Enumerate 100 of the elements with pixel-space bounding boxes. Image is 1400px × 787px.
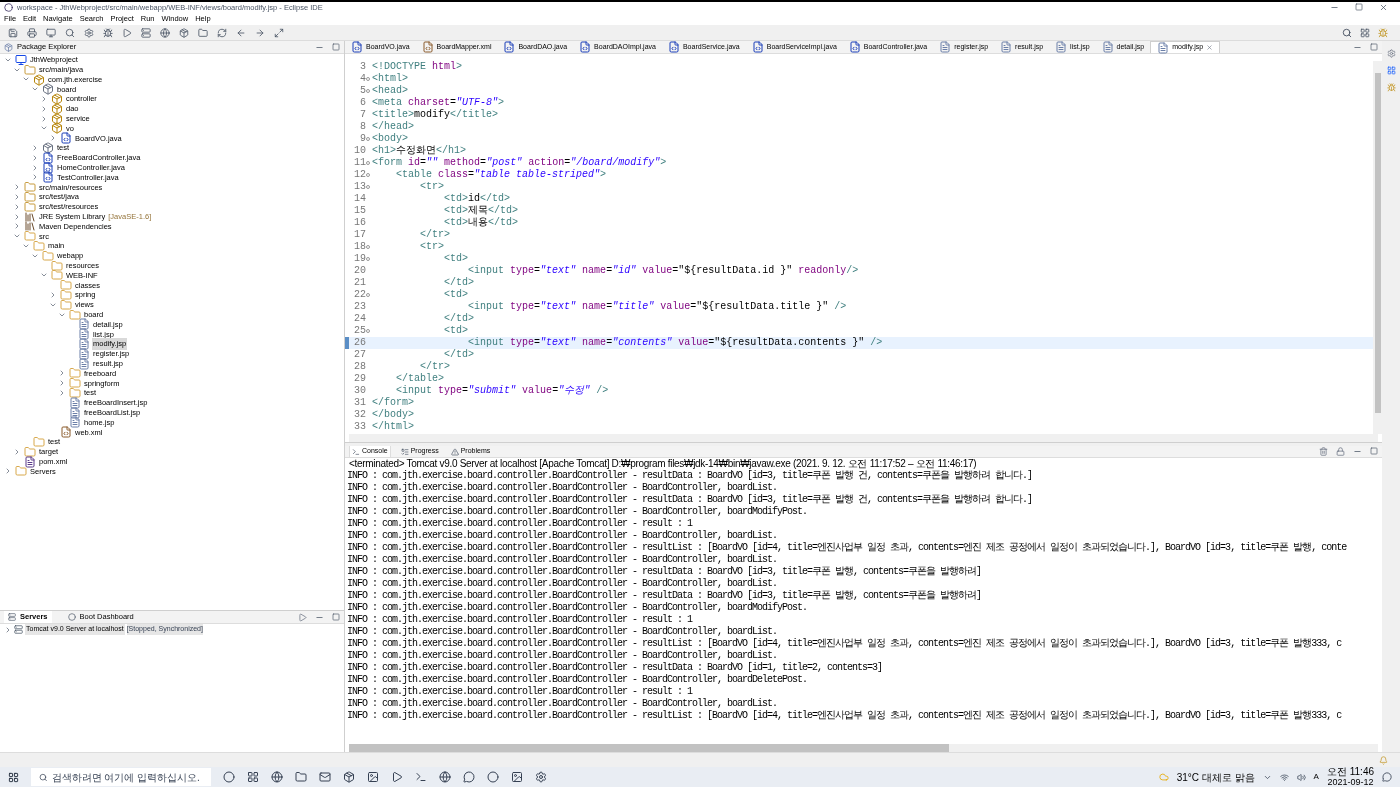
line-number: 18	[353, 241, 366, 253]
code-line: </body>	[372, 409, 415, 421]
line-number: 10	[353, 145, 366, 157]
console-line: INFO : com.jth.exercise.board.controller.BoardController - BoardController, boardDeletePost.	[347, 674, 809, 686]
terminal-icon[interactable]	[415, 771, 427, 783]
start-server-icon[interactable]	[298, 612, 307, 622]
line-number: 27	[353, 349, 366, 361]
save-icon[interactable]	[8, 27, 18, 38]
jsp-file-icon	[939, 41, 952, 53]
print-icon[interactable]	[27, 27, 37, 38]
line-number: 31	[353, 397, 366, 409]
monitor-icon[interactable]	[46, 27, 56, 38]
globe-icon[interactable]	[160, 27, 170, 38]
jsp-file-icon	[78, 357, 90, 370]
package-icon	[42, 83, 54, 96]
weather-icon	[1158, 772, 1169, 782]
code-line: <html>	[372, 73, 409, 85]
restore-icon[interactable]	[1355, 3, 1363, 11]
globe-icon[interactable]	[439, 771, 451, 783]
search-icon[interactable]	[65, 27, 75, 38]
java-file-icon	[503, 41, 516, 53]
taskbar-search-field[interactable]: 검색하려면 여기에 입력하십시오.	[31, 768, 211, 786]
console-line: INFO : com.jth.exercise.board.controller.BoardController - BoardController, boardModifyPost.	[347, 506, 809, 518]
line-number: 21	[353, 277, 366, 289]
maximize-icon[interactable]	[1370, 447, 1378, 455]
server-icon[interactable]	[141, 27, 151, 38]
back-icon[interactable]	[236, 27, 246, 38]
code-line: <td>제목</td>	[443, 205, 519, 217]
browser-icon[interactable]	[271, 771, 283, 783]
console-header: <terminated> Tomcat v9.0 Server at localhost [Apache Tomcat] D:₩program files₩jdk-14₩bin₩javaw.exe (2021. 9. 12. 오전 11:17:52 – 오전 11:46:17)	[348, 458, 977, 470]
folder-icon[interactable]	[198, 27, 208, 38]
maximize-icon[interactable]	[332, 42, 340, 51]
line-number: 29	[353, 373, 366, 385]
debug-perspective-icon[interactable]	[1378, 27, 1388, 38]
line-number: 3	[359, 61, 366, 73]
code-line: <td>내용</td>	[443, 217, 519, 229]
perspective-icon[interactable]	[1360, 27, 1370, 38]
line-number: 24	[353, 313, 366, 325]
folder-icon	[60, 289, 72, 302]
vertical-scrollbar[interactable]	[1373, 61, 1382, 434]
line-number: 11	[353, 157, 366, 169]
code-line: <td>	[443, 253, 469, 265]
settings-icon[interactable]	[84, 27, 94, 38]
code-line: <td>	[443, 325, 469, 337]
folder-icon[interactable]	[295, 771, 307, 783]
app-icon[interactable]	[343, 771, 355, 783]
chat-icon[interactable]	[463, 771, 475, 783]
network-icon[interactable]	[1279, 772, 1289, 782]
forward-icon[interactable]	[255, 27, 265, 38]
close-icon[interactable]	[1379, 3, 1388, 12]
java-file-icon	[848, 41, 861, 53]
image-icon[interactable]	[511, 771, 523, 783]
console-line: INFO : com.jth.exercise.board.controller.BoardController - BoardController, boardList.	[347, 530, 779, 542]
input-method[interactable]: A	[1313, 771, 1319, 783]
notification-center-icon[interactable]	[1382, 772, 1392, 782]
jsp-file-icon	[78, 318, 90, 331]
code-line: <input type="text" name="contents" value="${resultData.contents }" />	[467, 337, 883, 349]
notification-icon	[1379, 755, 1388, 765]
line-number: 9	[359, 133, 366, 145]
console-line: INFO : com.jth.exercise.board.controller.BoardController - resultData : BoardVO [id=3, title=쿠폰 발행, contents=쿠폰을 발행하려]	[347, 566, 983, 578]
settings-icon[interactable]	[535, 771, 547, 783]
horizontal-scrollbar[interactable]	[349, 434, 1378, 442]
horizontal-scrollbar[interactable]	[349, 744, 1378, 752]
package-icon[interactable]	[179, 27, 189, 38]
source-folder-icon	[24, 191, 36, 204]
java-file-icon	[579, 41, 592, 53]
task-view-icon[interactable]	[247, 771, 259, 783]
code-line: </td>	[443, 313, 475, 325]
media-icon[interactable]	[391, 771, 403, 783]
volume-icon[interactable]	[1296, 772, 1306, 782]
bug-icon[interactable]	[103, 27, 113, 38]
library-icon	[24, 220, 36, 233]
code-line: <meta charset="UTF-8">	[372, 97, 505, 109]
progress-icon	[400, 447, 409, 456]
run-icon[interactable]	[122, 27, 132, 38]
line-number: 8	[359, 121, 366, 133]
maximize-icon[interactable]	[274, 27, 284, 38]
maximize-icon[interactable]	[332, 612, 340, 621]
java-file-icon	[42, 151, 54, 164]
java-file-icon	[42, 171, 54, 184]
source-folder-icon	[24, 63, 36, 76]
maximize-icon[interactable]	[1370, 42, 1378, 51]
close-icon[interactable]	[1206, 44, 1214, 51]
start-icon[interactable]	[8, 771, 19, 783]
code-line: </tr>	[419, 229, 451, 241]
jsp-file-icon	[1101, 41, 1114, 53]
xml-file-icon	[421, 41, 434, 53]
mail-icon[interactable]	[319, 771, 331, 783]
code-line: <td>id</td>	[443, 193, 511, 205]
clear-console-icon[interactable]	[1319, 447, 1328, 456]
code-line: </td>	[443, 277, 475, 289]
scroll-lock-icon[interactable]	[1336, 447, 1345, 456]
refresh-icon[interactable]	[217, 27, 227, 38]
search-icon[interactable]	[1342, 27, 1352, 38]
package-icon	[51, 122, 63, 135]
package-icon	[51, 93, 63, 106]
code-line: </html>	[372, 421, 415, 433]
picture-app-icon[interactable]	[367, 771, 379, 783]
server-icon	[14, 625, 23, 634]
line-number: 7	[359, 109, 366, 121]
